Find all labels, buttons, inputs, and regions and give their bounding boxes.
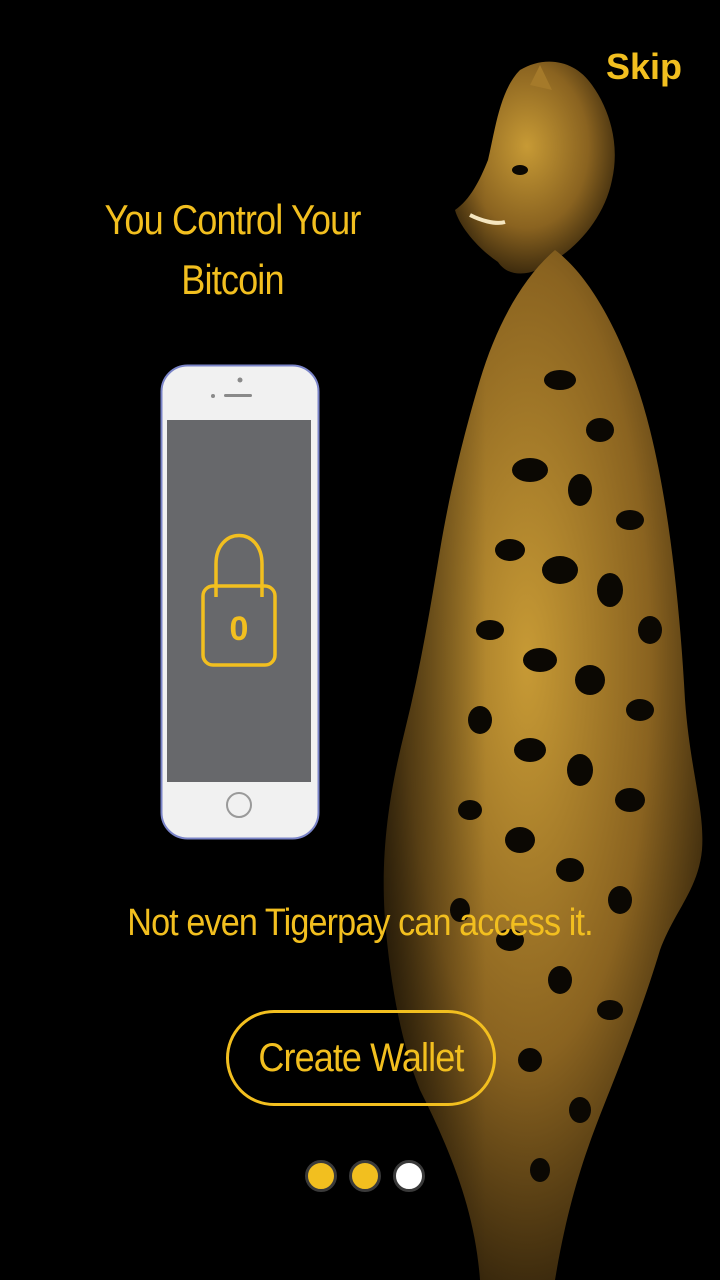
create-wallet-button[interactable]: Create Wallet: [226, 1010, 496, 1106]
create-wallet-label: Create Wallet: [258, 1035, 464, 1080]
onboarding-tagline: Not even Tigerpay can access it.: [127, 902, 593, 944]
page-dot-3[interactable]: [393, 1160, 425, 1192]
onboarding-headline: You Control Your Bitcoin: [104, 196, 361, 303]
onboarding-screen: Skip You Control Your Bitcoin 0 Not even…: [0, 0, 720, 1280]
page-dot-1[interactable]: [305, 1160, 337, 1192]
phone-illustration: 0: [160, 364, 320, 840]
page-indicator: [305, 1160, 425, 1192]
page-dot-2[interactable]: [349, 1160, 381, 1192]
lock-digit: 0: [230, 610, 249, 648]
skip-button[interactable]: Skip: [606, 46, 682, 88]
